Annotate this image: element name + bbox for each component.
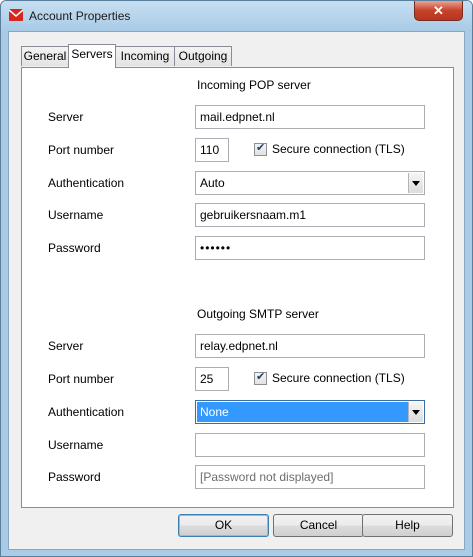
incoming-auth-value: Auto: [200, 176, 225, 190]
incoming-auth-label: Authentication: [48, 176, 125, 190]
outgoing-server-input[interactable]: relay.edpnet.nl: [195, 334, 425, 358]
window-title: Account Properties: [29, 9, 131, 23]
incoming-port-label: Port number: [48, 143, 115, 157]
incoming-server-input[interactable]: mail.edpnet.nl: [195, 105, 425, 129]
outgoing-secure-checkbox[interactable]: [254, 370, 267, 385]
tab-general[interactable]: General: [21, 46, 69, 66]
incoming-port-input[interactable]: 110: [195, 138, 229, 162]
incoming-username-input[interactable]: gebruikersnaam.m1: [195, 203, 425, 227]
tab-servers[interactable]: Servers: [68, 44, 116, 68]
servers-panel: Incoming POP server Server mail.edpnet.n…: [21, 67, 454, 508]
outgoing-port-label: Port number: [48, 372, 115, 386]
outgoing-username-label: Username: [48, 438, 104, 452]
title-bar[interactable]: Account Properties ✕: [1, 1, 472, 31]
incoming-secure-checkbox[interactable]: [254, 141, 267, 156]
incoming-auth-select[interactable]: Auto: [195, 171, 425, 195]
outgoing-section-title: Outgoing SMTP server: [197, 307, 319, 321]
incoming-password-label: Password: [48, 241, 101, 255]
chevron-down-icon[interactable]: [408, 402, 423, 422]
account-properties-window: Account Properties ✕ General Servers Inc…: [0, 0, 473, 557]
outgoing-server-label: Server: [48, 339, 84, 353]
outgoing-auth-value: None: [200, 405, 229, 419]
outgoing-password-label: Password: [48, 470, 101, 484]
cancel-button[interactable]: Cancel: [273, 514, 364, 537]
close-icon: ✕: [433, 3, 444, 18]
incoming-section-title: Incoming POP server: [197, 78, 311, 92]
close-button[interactable]: ✕: [414, 1, 463, 21]
help-button[interactable]: Help: [362, 514, 453, 537]
outgoing-username-input[interactable]: [195, 433, 425, 457]
outgoing-auth-label: Authentication: [48, 405, 125, 419]
dialog-client-area: General Servers Incoming Outgoing Incomi…: [8, 31, 465, 550]
ok-button[interactable]: OK: [178, 514, 269, 537]
outgoing-secure-label[interactable]: Secure connection (TLS): [272, 371, 405, 385]
outgoing-password-input[interactable]: [Password not displayed]: [195, 465, 425, 489]
incoming-secure-label[interactable]: Secure connection (TLS): [272, 142, 405, 156]
mail-app-icon: [9, 9, 23, 21]
outgoing-auth-select[interactable]: None: [195, 400, 425, 424]
incoming-server-label: Server: [48, 110, 84, 124]
chevron-down-icon[interactable]: [408, 173, 423, 193]
tab-incoming[interactable]: Incoming: [115, 46, 175, 66]
incoming-password-input[interactable]: ••••••: [195, 236, 425, 260]
tab-outgoing[interactable]: Outgoing: [174, 46, 232, 66]
outgoing-port-input[interactable]: 25: [195, 367, 229, 391]
incoming-username-label: Username: [48, 208, 104, 222]
